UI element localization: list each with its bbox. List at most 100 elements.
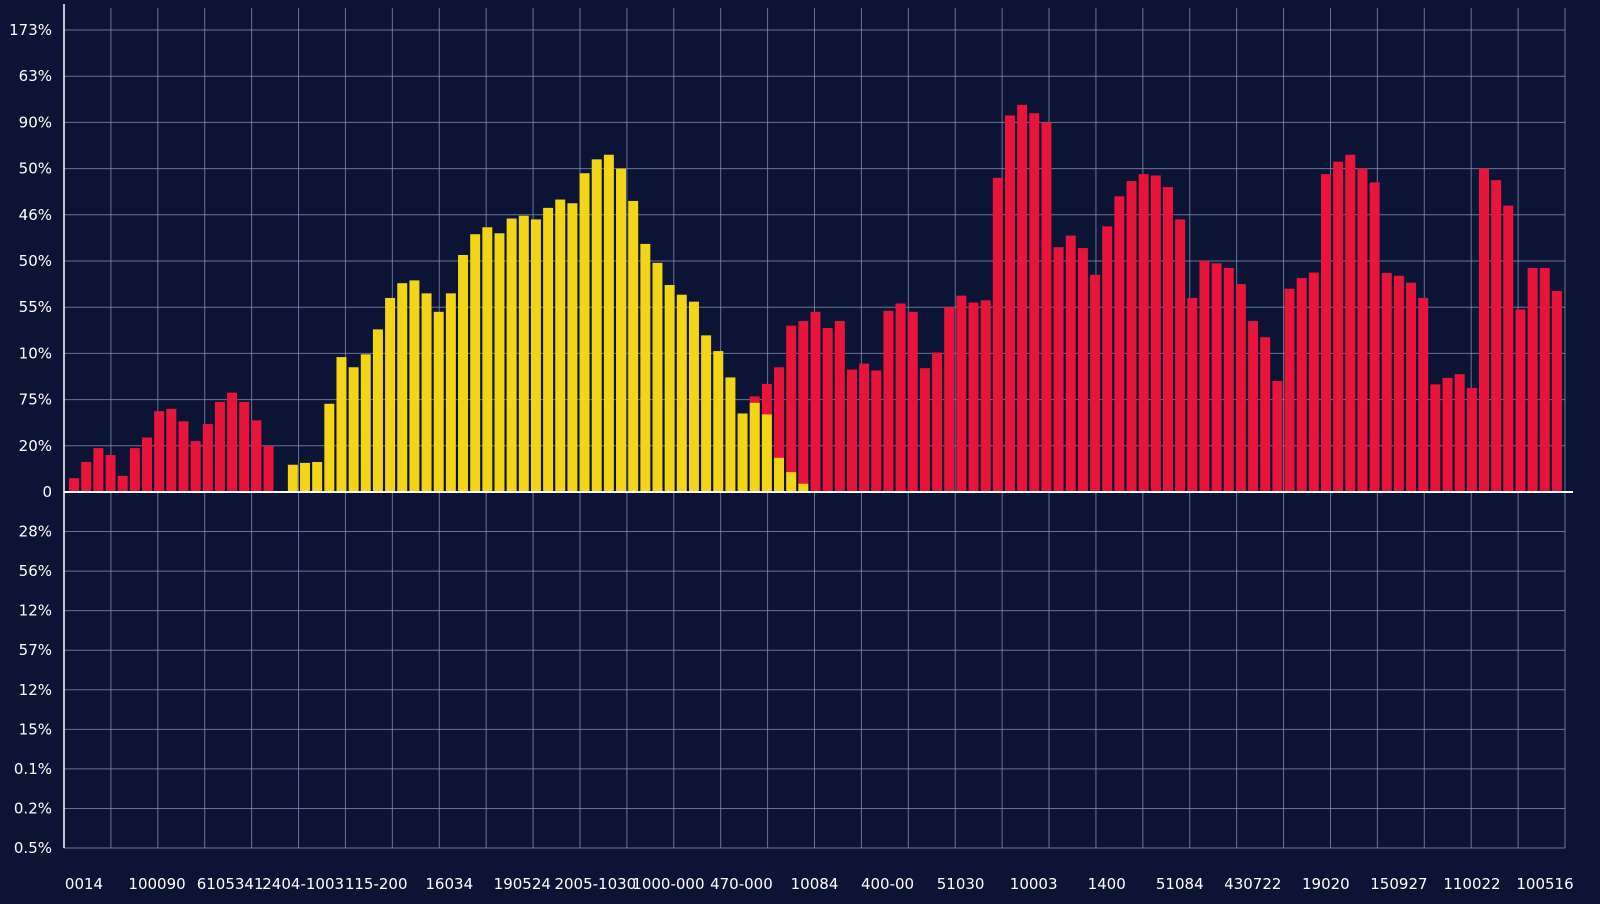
bar bbox=[968, 302, 979, 492]
y-tick-label: 10% bbox=[19, 344, 52, 362]
bar bbox=[1065, 235, 1076, 492]
bar bbox=[1308, 272, 1319, 492]
bar bbox=[312, 461, 323, 492]
x-tick-label: 470-000 bbox=[710, 875, 773, 893]
bar bbox=[713, 351, 724, 492]
bar bbox=[93, 448, 104, 492]
y-tick-label: 12% bbox=[19, 602, 52, 620]
x-tick-label: 16034 bbox=[425, 875, 473, 893]
x-tick-label: 2005-1030 bbox=[554, 875, 636, 893]
bar bbox=[142, 437, 152, 492]
bar bbox=[664, 285, 675, 492]
bar bbox=[1163, 187, 1173, 492]
bar bbox=[1333, 161, 1344, 493]
bar bbox=[1223, 267, 1234, 492]
bar bbox=[433, 311, 444, 492]
bar bbox=[676, 294, 687, 492]
bar bbox=[166, 408, 177, 492]
bar bbox=[287, 464, 298, 492]
bar bbox=[1260, 337, 1271, 492]
bar bbox=[1187, 297, 1198, 492]
bar bbox=[494, 233, 505, 492]
bar bbox=[1539, 267, 1550, 492]
bar bbox=[1527, 267, 1538, 492]
x-tick-label: 6105341 bbox=[197, 875, 264, 893]
bar bbox=[1175, 219, 1186, 493]
bar bbox=[859, 363, 870, 492]
bar bbox=[1041, 122, 1052, 493]
bar bbox=[1077, 248, 1088, 492]
bar bbox=[603, 154, 614, 493]
bar bbox=[591, 159, 602, 493]
bar bbox=[1466, 388, 1477, 492]
y-tick-label: 63% bbox=[19, 67, 52, 85]
bar bbox=[871, 370, 882, 492]
bar bbox=[227, 392, 238, 492]
bar bbox=[1381, 273, 1392, 492]
bar bbox=[749, 402, 760, 492]
bar bbox=[980, 300, 991, 492]
bar bbox=[300, 462, 310, 492]
bar bbox=[154, 411, 165, 492]
bar bbox=[348, 367, 359, 492]
bar bbox=[1369, 182, 1380, 492]
x-tick-label: 400-00 bbox=[861, 875, 914, 893]
bar bbox=[1150, 175, 1161, 492]
y-tick-label: 56% bbox=[19, 562, 52, 580]
bar bbox=[846, 369, 857, 492]
bar bbox=[1029, 113, 1040, 492]
y-tick-label: 20% bbox=[19, 437, 52, 455]
bar bbox=[992, 177, 1003, 492]
y-tick-label: 12% bbox=[19, 681, 52, 699]
bar bbox=[786, 325, 797, 492]
y-tick-label: 0.1% bbox=[14, 760, 52, 778]
bar bbox=[944, 307, 955, 492]
bar bbox=[1102, 226, 1113, 492]
bar bbox=[1393, 275, 1404, 492]
bar bbox=[1418, 297, 1429, 492]
x-tick-label: 1400 bbox=[1088, 875, 1126, 893]
bar bbox=[883, 310, 894, 492]
bar bbox=[1211, 263, 1222, 492]
x-tick-label: 51030 bbox=[937, 875, 985, 893]
bar bbox=[725, 377, 736, 492]
bar bbox=[1090, 274, 1101, 492]
bar bbox=[263, 445, 274, 492]
x-tick-label: 430722 bbox=[1224, 875, 1281, 893]
bar bbox=[932, 352, 943, 492]
y-tick-label: 173% bbox=[9, 21, 52, 39]
bar bbox=[1442, 377, 1453, 492]
bar bbox=[567, 203, 578, 492]
bar bbox=[786, 472, 797, 492]
y-tick-label: 46% bbox=[19, 206, 52, 224]
bar bbox=[470, 234, 481, 492]
x-tick-label: 1000-000 bbox=[632, 875, 704, 893]
y-tick-label: 15% bbox=[19, 720, 52, 738]
x-tick-label: 150927 bbox=[1370, 875, 1427, 893]
bar bbox=[1430, 384, 1441, 492]
x-tick-label: 10003 bbox=[1010, 875, 1058, 893]
bar bbox=[251, 420, 262, 492]
bar bbox=[445, 293, 456, 492]
bar bbox=[69, 478, 80, 492]
bar bbox=[458, 254, 469, 492]
bar bbox=[385, 297, 396, 492]
bar bbox=[652, 262, 663, 492]
y-tick-label: 75% bbox=[19, 391, 52, 409]
bar bbox=[1004, 115, 1015, 492]
bar bbox=[1551, 291, 1562, 492]
x-tick-label: 19020 bbox=[1302, 875, 1350, 893]
bar bbox=[1503, 205, 1514, 492]
y-tick-label: 50% bbox=[19, 160, 52, 178]
y-tick-label: 28% bbox=[19, 523, 52, 541]
bar bbox=[834, 321, 845, 492]
bar bbox=[907, 311, 918, 492]
bar bbox=[421, 293, 432, 492]
x-tick-label: 100516 bbox=[1516, 875, 1573, 893]
bar bbox=[1053, 247, 1064, 492]
chart-svg: 173% 63% 90% 50% 46% 50% 55% 10% 75% 20% 0 28% 56% 12… bbox=[0, 0, 1600, 900]
bar bbox=[336, 357, 347, 492]
bar bbox=[1406, 282, 1417, 492]
bar bbox=[202, 424, 213, 492]
bar bbox=[1321, 174, 1331, 492]
